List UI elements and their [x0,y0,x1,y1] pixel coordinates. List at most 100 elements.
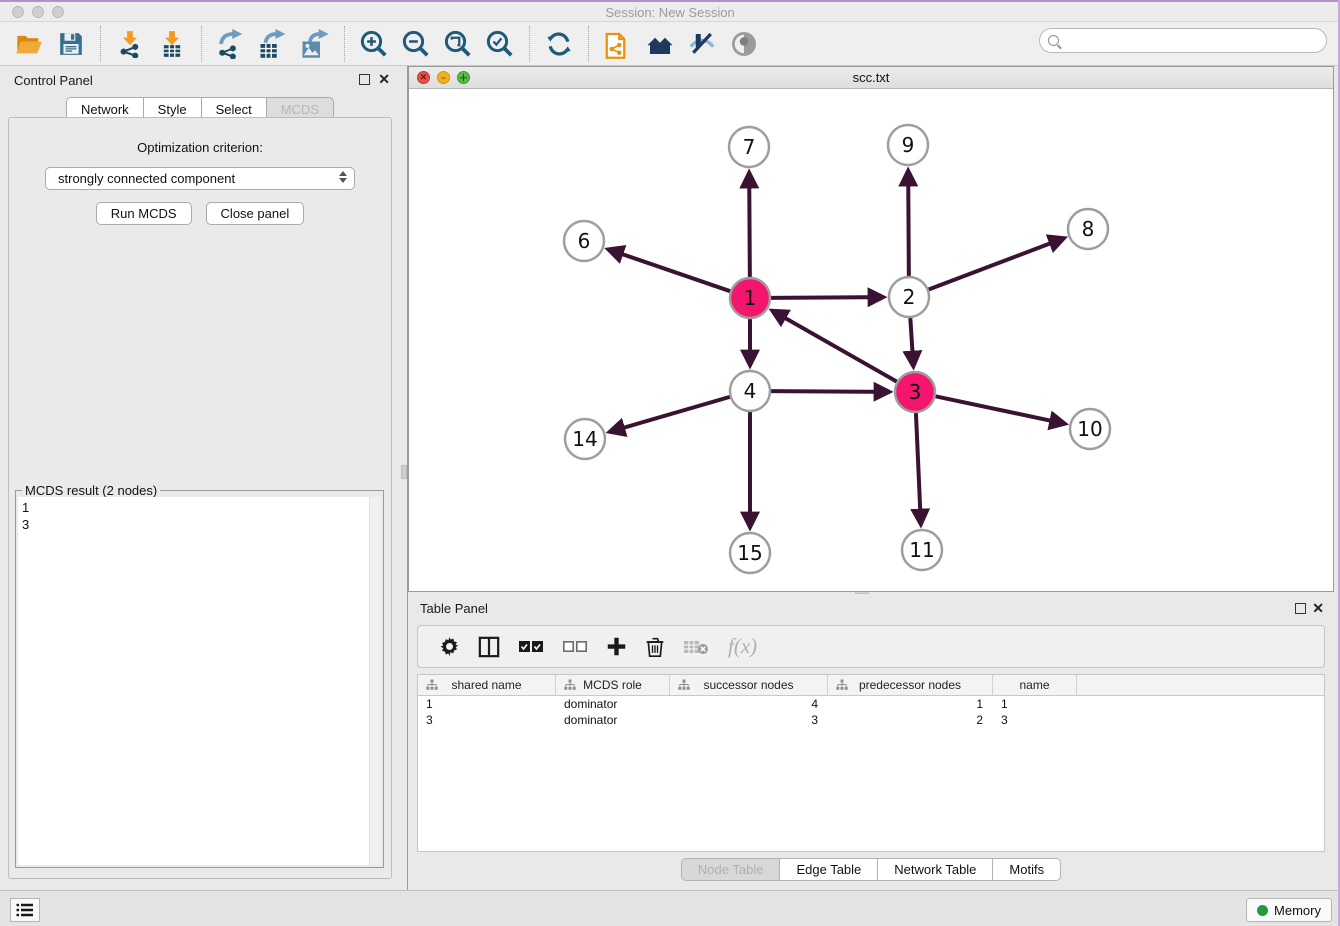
settings-gear-icon[interactable] [439,636,460,657]
table-cell[interactable]: 3 [418,712,556,728]
graph-edge-1-6[interactable] [610,250,731,291]
memory-button[interactable]: Memory [1246,898,1332,922]
column-header-name[interactable]: name [993,675,1077,695]
column-label: predecessor nodes [859,678,961,692]
network-canvas[interactable]: 7 9 6 8 1 2 4 3 14 10 15 11 [409,89,1333,591]
graph-node-2[interactable]: 2 [889,277,929,317]
table-cell[interactable]: 3 [993,712,1077,728]
graph-node-8[interactable]: 8 [1068,209,1108,249]
graph-node-10[interactable]: 10 [1070,409,1110,449]
table-cell[interactable]: dominator [556,696,670,712]
graph-edge-3-1[interactable] [773,311,896,381]
table-row[interactable]: 3dominator323 [418,712,1324,728]
graph-node-11[interactable]: 11 [902,530,942,570]
table-cell[interactable]: 1 [828,696,993,712]
export-network-icon[interactable] [216,29,246,59]
column-header-successor-nodes[interactable]: successor nodes [670,675,828,695]
graph-node-9[interactable]: 9 [888,125,928,165]
table-cell[interactable]: 4 [670,696,828,712]
apply-layout-icon[interactable] [544,29,574,59]
export-image-icon[interactable] [300,29,330,59]
graph-edge-3-10[interactable] [936,396,1064,423]
tab-edge-table[interactable]: Edge Table [779,858,877,881]
column-header-shared-name[interactable]: shared name [418,675,556,695]
graph-node-7[interactable]: 7 [729,127,769,167]
graph-node-6[interactable]: 6 [564,221,604,261]
search-box[interactable] [1039,28,1327,53]
search-icon [1048,35,1059,46]
delete-columns-icon[interactable] [645,636,665,658]
search-input[interactable] [1059,31,1326,51]
svg-text:2: 2 [903,285,916,309]
vertical-splitter[interactable] [400,66,408,890]
delete-table-icon[interactable] [683,638,709,656]
mcds-result-text[interactable]: 13 [18,497,381,865]
chevron-updown-icon [339,171,347,183]
application-window: Session: New Session [0,0,1340,926]
graph-edge-4-3[interactable] [771,391,888,392]
function-builder-icon[interactable]: f(x) [728,634,757,659]
float-table-panel-icon[interactable] [1295,603,1306,614]
open-session-icon[interactable] [14,29,44,59]
float-panel-icon[interactable] [359,74,370,85]
table-cell[interactable]: dominator [556,712,670,728]
graph-node-1[interactable]: 1 [730,278,770,318]
graph-edge-1-2[interactable] [771,297,882,298]
zoom-in-icon[interactable] [359,29,389,59]
graph-edge-2-8[interactable] [929,239,1063,290]
show-all-columns-icon[interactable] [518,640,544,654]
task-history-button[interactable] [10,898,40,922]
svg-text:9: 9 [902,133,915,157]
svg-text:4: 4 [744,379,757,403]
graph-edge-4-14[interactable] [611,397,730,432]
network-view-window: ✕ − ＋ scc.txt 7 9 6 8 1 2 4 3 14 10 15 11 [408,66,1334,592]
table-tabs: Node TableEdge TableNetwork TableMotifs [408,858,1334,881]
tab-node-table[interactable]: Node Table [681,858,780,881]
close-panel-button[interactable]: Close panel [206,202,305,225]
table-cell[interactable]: 3 [670,712,828,728]
table-panel-header: Table Panel ✕ [408,595,1334,623]
zoom-out-icon[interactable] [401,29,431,59]
graph-edge-1-7[interactable] [749,174,750,277]
criterion-select[interactable]: strongly connected component [45,167,355,190]
graph-node-4[interactable]: 4 [730,371,770,411]
table-cell[interactable]: 2 [828,712,993,728]
graph-edge-3-11[interactable] [916,413,921,523]
change-table-mode-icon[interactable] [478,636,500,658]
close-panel-icon[interactable]: ✕ [378,72,390,86]
save-session-icon[interactable] [56,29,86,59]
graph-node-3[interactable]: 3 [895,372,935,412]
export-table-icon[interactable] [258,29,288,59]
network-window-titlebar[interactable]: ✕ − ＋ scc.txt [409,67,1333,89]
result-line: 1 [22,499,377,516]
import-network-icon[interactable] [115,29,145,59]
network-window-title: scc.txt [409,70,1333,85]
table-cell[interactable]: 1 [418,696,556,712]
svg-text:3: 3 [909,380,922,404]
table-row[interactable]: 1dominator411 [418,696,1324,712]
zoom-fit-icon[interactable] [443,29,473,59]
graph-edge-2-3[interactable] [910,318,913,365]
tab-network-table[interactable]: Network Table [877,858,992,881]
graph-node-15[interactable]: 15 [730,533,770,573]
show-all-icon[interactable] [729,29,759,59]
column-header-predecessor-nodes[interactable]: predecessor nodes [828,675,993,695]
run-mcds-button[interactable]: Run MCDS [96,202,192,225]
hide-all-columns-icon[interactable] [562,640,588,654]
tab-motifs[interactable]: Motifs [992,858,1061,881]
column-header-mcds-role[interactable]: MCDS role [556,675,670,695]
create-column-icon[interactable] [606,636,627,657]
graph-edge-2-9[interactable] [908,172,909,276]
splitter-grip[interactable] [401,465,407,479]
new-network-from-selection-icon[interactable] [603,29,633,59]
close-table-panel-icon[interactable]: ✕ [1312,601,1324,615]
graph-node-14[interactable]: 14 [565,419,605,459]
first-neighbors-icon[interactable] [645,29,675,59]
zoom-selected-icon[interactable] [485,29,515,59]
table-cell[interactable]: 1 [993,696,1077,712]
result-scrollbar[interactable] [369,497,381,865]
hide-selected-icon[interactable] [687,29,717,59]
list-icon [16,903,34,917]
control-panel-title: Control Panel [14,73,93,88]
import-table-icon[interactable] [157,29,187,59]
